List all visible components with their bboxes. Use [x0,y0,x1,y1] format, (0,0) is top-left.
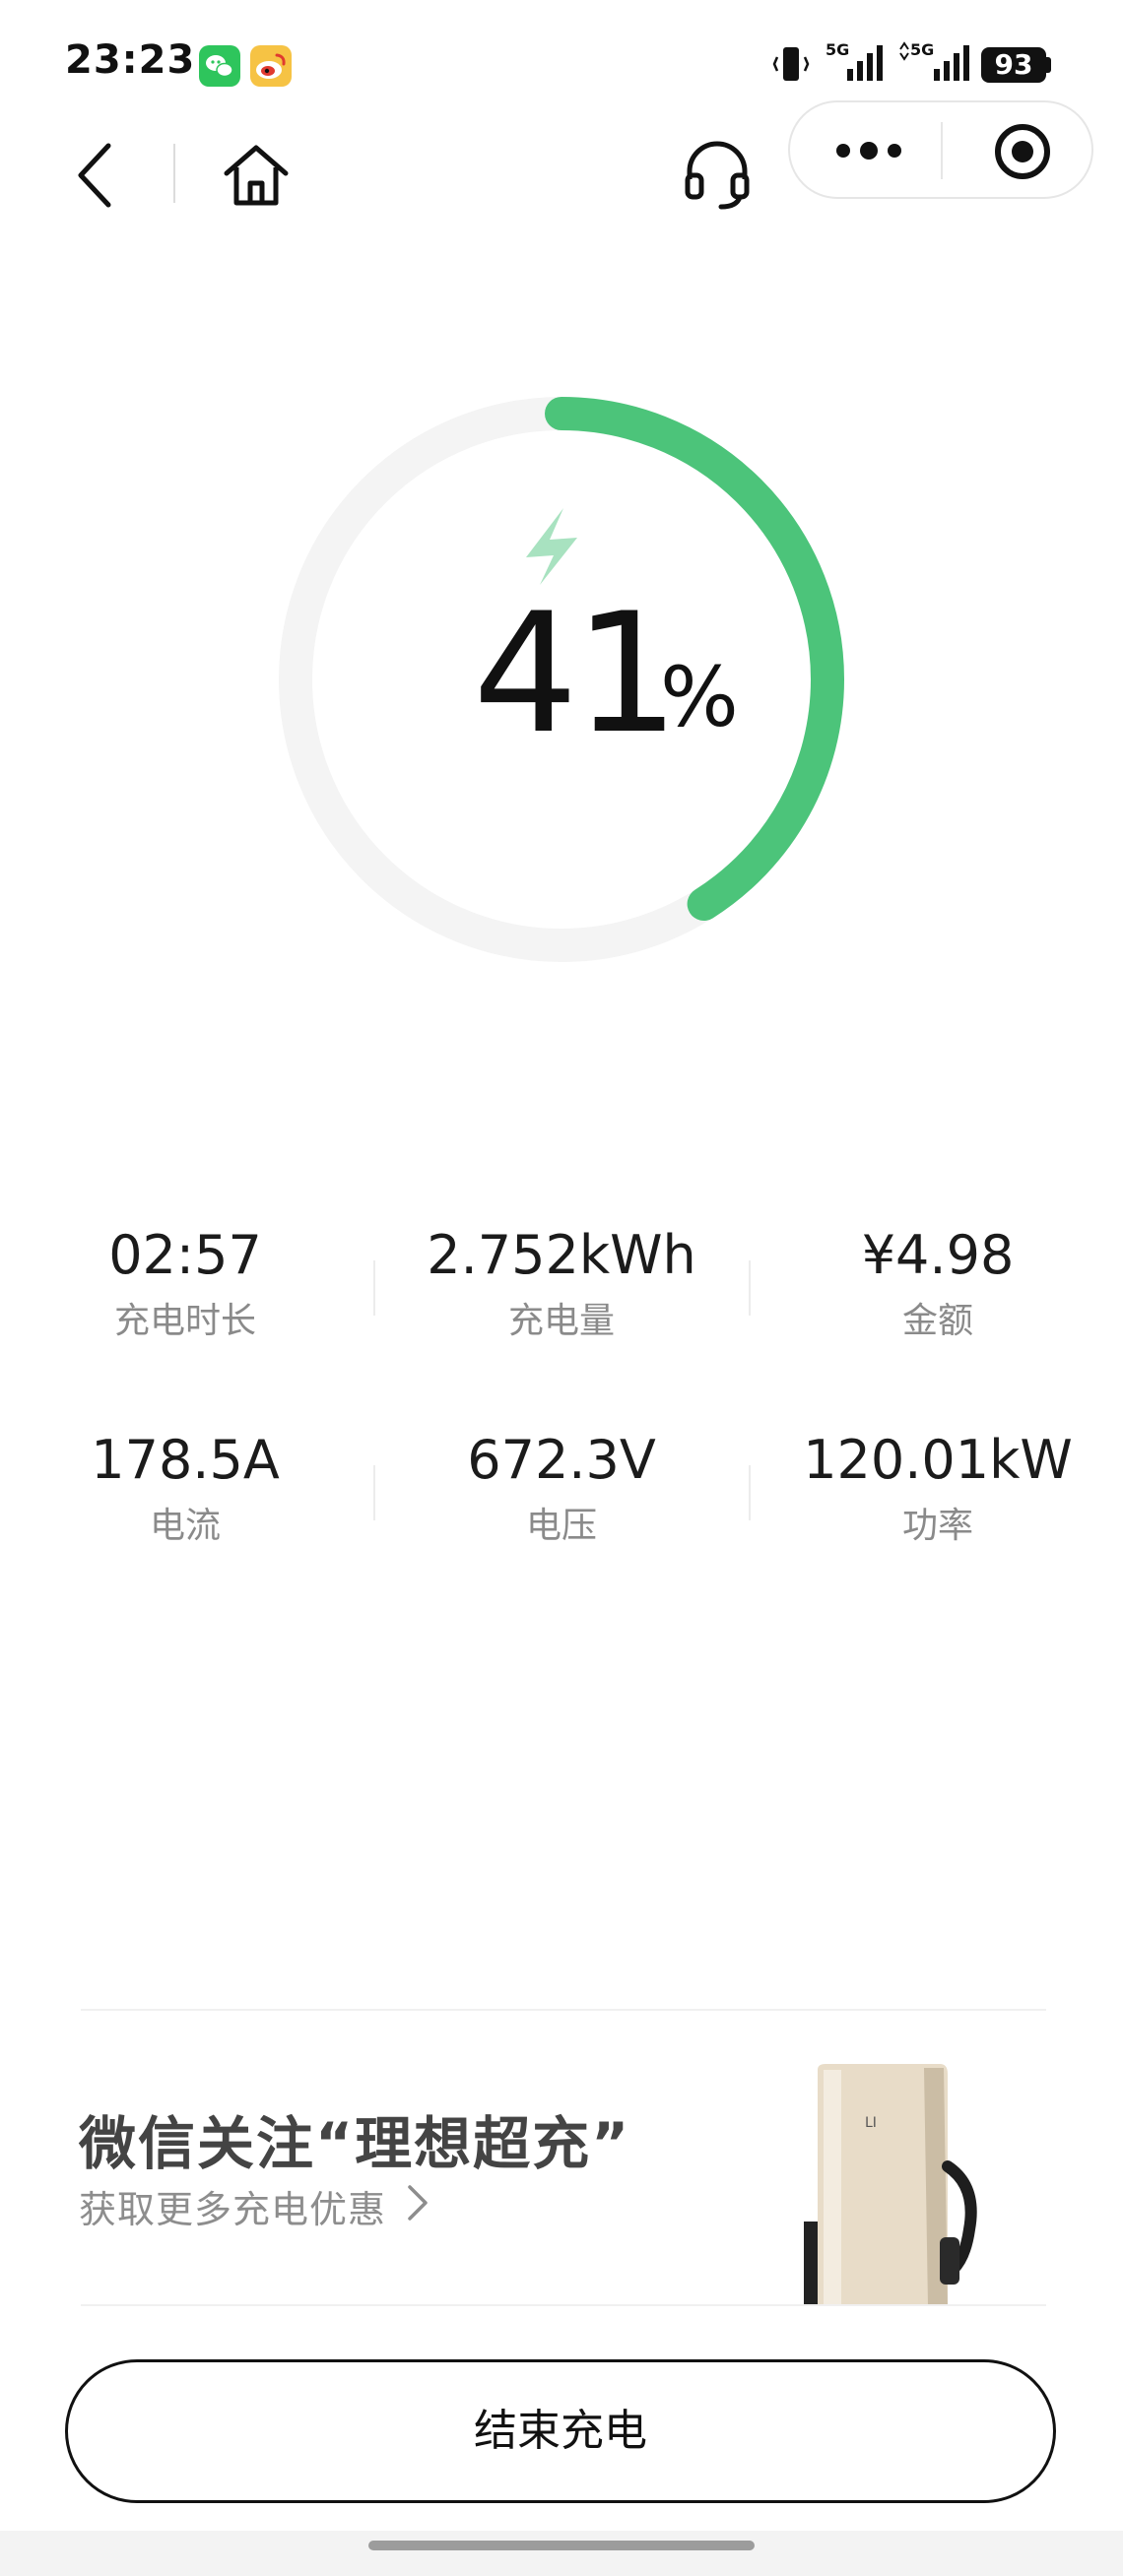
battery-indicator: 93 [981,47,1046,83]
stat-amount-label: 金额 [901,1301,973,1341]
back-arrow-icon[interactable] [69,138,128,217]
stat-current-value: 178.5A [91,1429,280,1491]
promo-subtitle[interactable]: 获取更多充电优惠 [79,2179,386,2233]
stat-divider [749,1465,751,1520]
weibo-icon [250,45,292,87]
stat-duration-value: 02:57 [108,1224,262,1286]
stat-power-label: 功率 [901,1506,973,1546]
charging-bolt-icon [526,508,577,585]
svg-text:LI: LI [865,2115,877,2131]
vibrate-icon [770,43,812,89]
home-icon[interactable] [219,138,294,217]
network-1-label: 5G [826,40,849,59]
home-indicator[interactable] [368,2541,755,2550]
stat-divider [373,1260,375,1316]
headset-icon[interactable] [680,138,755,217]
target-icon[interactable] [989,118,1056,189]
signal-2-icon: 5G [896,39,971,89]
charge-percent-sign: % [660,649,739,745]
end-charging-button[interactable]: 结束充电 [65,2359,1056,2503]
stat-amount-value: ¥4.98 [861,1224,1015,1286]
wechat-icon [199,45,240,87]
status-time: 23:23 [65,37,196,83]
promo-title[interactable]: 微信关注“理想超充” [79,2097,630,2180]
charger-station-image: LI [804,2064,977,2306]
stat-voltage-label: 电压 [525,1506,597,1546]
nav-divider [173,144,175,203]
battery-tip [1046,57,1051,73]
stat-divider [749,1260,751,1316]
charge-percent: 41 [473,577,680,770]
stat-amount: ¥4.98 金额 [770,1229,1105,1339]
stat-voltage: 672.3V 电压 [394,1434,729,1544]
signal-1-icon: 5G [826,39,885,89]
promo-top-divider [81,2009,1046,2011]
stat-voltage-value: 672.3V [467,1429,656,1491]
stat-current: 178.5A 电流 [18,1434,353,1544]
stat-duration-label: 充电时长 [113,1301,256,1341]
stat-divider [373,1465,375,1520]
stat-energy-value: 2.752kWh [427,1224,696,1286]
stat-energy-label: 充电量 [507,1301,615,1341]
stat-power-value: 120.01kW [803,1429,1073,1491]
network-2-label: 5G [910,40,934,59]
chevron-right-icon[interactable] [404,2181,431,2228]
stat-power: 120.01kW 功率 [770,1434,1105,1544]
promo-bottom-divider [81,2304,1046,2306]
stat-duration: 02:57 充电时长 [18,1229,353,1339]
more-dots-icon[interactable] [829,134,908,171]
stat-energy: 2.752kWh 充电量 [394,1229,729,1339]
capsule-divider [941,122,943,179]
stat-current-label: 电流 [149,1506,221,1546]
bottom-safe-area [0,2531,1123,2576]
